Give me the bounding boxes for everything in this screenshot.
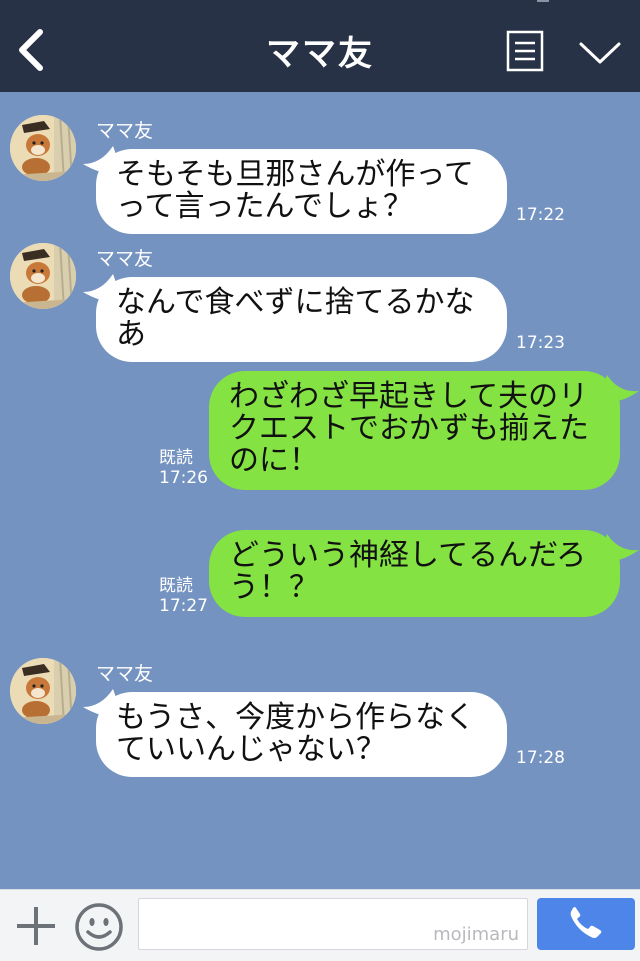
input-bar: mojimaru	[0, 889, 640, 961]
plus-icon	[17, 907, 55, 945]
avatar[interactable]	[10, 243, 76, 309]
menu-button[interactable]	[506, 30, 544, 72]
notes-icon	[506, 30, 544, 72]
message-time: 17:23	[516, 333, 565, 353]
avatar[interactable]	[10, 115, 76, 181]
message-time: 17:27	[159, 596, 208, 616]
read-receipt: 既読	[159, 576, 193, 596]
watermark: mojimaru	[433, 924, 519, 945]
chat-header: ママ友	[0, 0, 640, 92]
chat-title: ママ友	[266, 34, 374, 74]
chevron-down-icon	[579, 42, 621, 64]
dog-avatar-icon	[10, 243, 76, 309]
call-button[interactable]	[537, 898, 635, 950]
chat-area[interactable]: ママ友 そもそも旦那さんが作って って言ったんでしょ？ 17:22 ママ友 なん…	[0, 92, 640, 889]
collapse-button[interactable]	[578, 38, 622, 68]
read-receipt: 既読	[159, 448, 193, 468]
sender-name: ママ友	[96, 120, 154, 142]
message-bubble: どういう神経してるんだろ う！？	[209, 530, 620, 617]
sender-name: ママ友	[96, 248, 154, 270]
message-bubble: なんで食べずに捨てるかな あ	[96, 277, 507, 362]
phone-icon	[570, 907, 602, 938]
message-bubble: そもそも旦那さんが作って って言ったんでしょ？	[96, 149, 507, 234]
sender-name: ママ友	[96, 663, 154, 685]
add-button[interactable]	[14, 904, 58, 948]
message-time: 17:26	[159, 468, 208, 488]
message-time: 17:28	[516, 748, 565, 768]
avatar[interactable]	[10, 658, 76, 724]
status-indicator	[537, 0, 549, 2]
smiley-icon	[75, 903, 123, 951]
dog-avatar-icon	[10, 115, 76, 181]
dog-avatar-icon	[10, 658, 76, 724]
message-input[interactable]: mojimaru	[138, 898, 528, 950]
emoji-button[interactable]	[74, 902, 124, 952]
message-bubble: わざわざ早起きして夫のリ クエストでおかずも揃えた のに！	[209, 371, 620, 490]
message-time: 17:22	[516, 205, 565, 225]
message-bubble: もうさ、今度から作らなく ていいんじゃない？	[96, 692, 507, 777]
